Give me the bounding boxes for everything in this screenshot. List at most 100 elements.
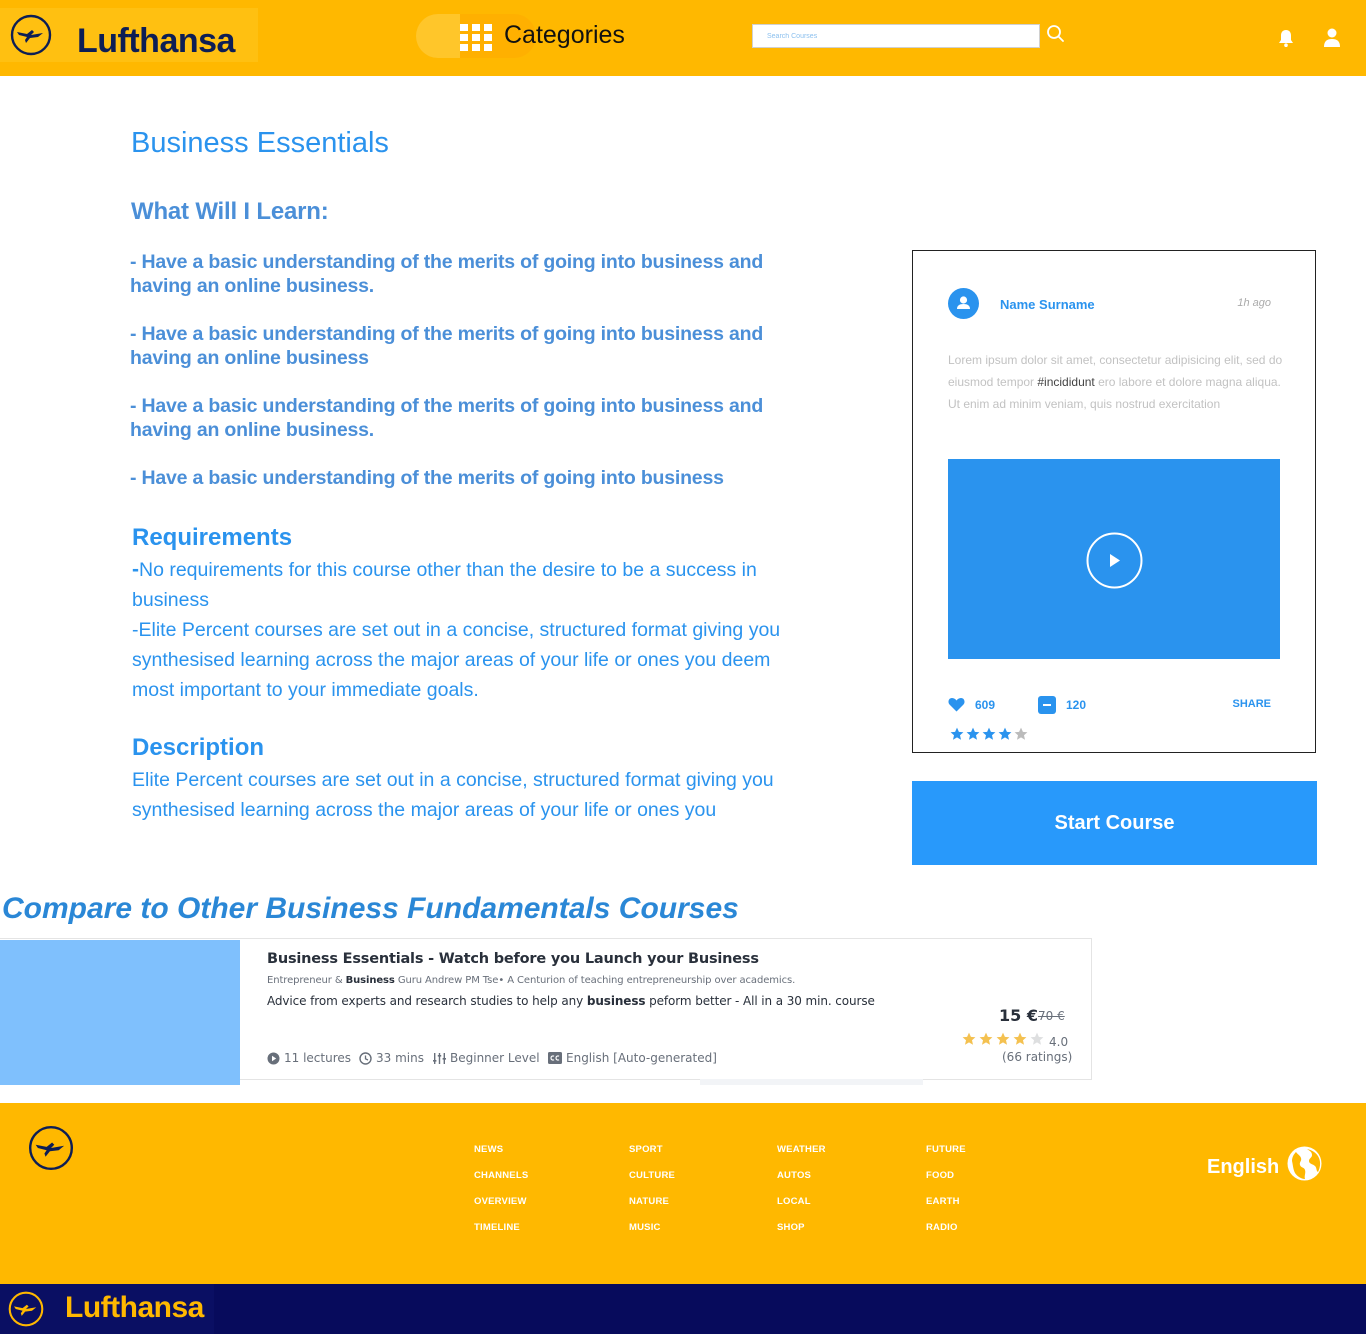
post-rating-stars [950,727,1028,741]
avatar[interactable] [948,288,979,319]
lectures-meta: 11 lectures [267,1051,351,1065]
footer-link-music[interactable]: MUSIC [629,1222,661,1233]
footer-link-weather[interactable]: WEATHER [777,1144,826,1155]
grid-icon [460,24,492,52]
lectures-count: 11 lectures [284,1051,352,1065]
footer-link-local[interactable]: LOCAL [777,1196,811,1207]
star-empty-icon [1014,727,1028,740]
learn-item: - Have a basic understanding of the meri… [130,467,724,489]
footer-link-news[interactable]: NEWS [474,1144,503,1155]
desc-suffix: peform better - All in a 30 min. course [645,994,875,1008]
course-thumbnail[interactable] [0,940,240,1085]
requirements-text: -No requirements for this course other t… [132,555,792,615]
categories-label[interactable]: Categories [504,21,625,50]
post-text: Lorem ipsum dolor sit amet, consectetur … [948,349,1283,415]
search-input[interactable] [752,24,1040,48]
course-rating-count: (66 ratings) [1002,1050,1073,1064]
learn-item: - Have a basic understanding of the meri… [130,395,764,441]
footer-link-shop[interactable]: SHOP [777,1222,805,1233]
footer-link-overview[interactable]: OVERVIEW [474,1196,527,1207]
footer-link-culture[interactable]: CULTURE [629,1170,675,1181]
level-bars-icon [433,1052,446,1064]
brand-name: Lufthansa [77,22,235,60]
requirements-line-2: -Elite Percent courses are set out in a … [132,619,781,701]
duration-value: 33 mins [376,1051,424,1065]
learn-item: - Have a basic understanding of the meri… [130,323,764,369]
description-text: Elite Percent courses are set out in a c… [132,769,774,821]
clock-icon [359,1051,372,1065]
language-selector[interactable]: English [1207,1156,1279,1179]
desc-bold: business [586,994,646,1008]
requirements-line-1: No requirements for this course other th… [132,559,757,611]
star-filled-icon [979,1032,993,1045]
footer-link-food[interactable]: FOOD [926,1170,954,1181]
description-heading: Description [132,734,265,761]
course-price: 15 € [999,1006,1038,1025]
language-meta: English [Auto-generated] [548,1051,717,1065]
course-rating-value: 4.0 [1049,1035,1069,1049]
star-filled-icon [1013,1032,1027,1045]
post-card: Name Surname 1h ago Lorem ipsum dolor si… [912,250,1316,753]
start-course-button[interactable]: Start Course [912,781,1317,865]
star-filled-icon [998,727,1012,740]
compare-course-title[interactable]: Business Essentials - Watch before you L… [267,951,759,967]
star-filled-icon [966,727,980,740]
bottom-bar: Lufthansa [0,1284,1366,1334]
footer-link-sport[interactable]: SPORT [629,1144,663,1155]
brand-logo-link[interactable]: Lufthansa [0,8,258,62]
globe-icon[interactable] [1287,1146,1322,1181]
top-header: Lufthansa Categories [0,0,1366,76]
requirements-dash: - [132,558,139,581]
card-divider [700,1079,923,1085]
post-timestamp: 1h ago [1237,297,1271,309]
categories-button-shade [416,14,460,58]
bottom-brand-logo[interactable]: Lufthansa [0,1284,214,1334]
requirements-heading: Requirements [132,524,293,551]
footer-link-timeline[interactable]: TIMELINE [474,1222,520,1233]
search-icon[interactable] [1046,24,1066,44]
play-circle-icon [267,1052,280,1064]
user-icon[interactable] [1322,27,1342,49]
heart-icon[interactable] [948,697,965,712]
course-title: Business Essentials [131,127,389,159]
footer-crane-logo-icon[interactable] [28,1125,74,1171]
bottom-brand-name: Lufthansa [65,1291,204,1324]
footer-link-radio[interactable]: RADIO [926,1222,958,1233]
post-author-name[interactable]: Name Surname [1000,297,1095,312]
course-rating-stars [962,1032,1044,1046]
closed-caption-icon [548,1052,562,1064]
like-count: 609 [975,698,996,712]
footer-link-nature[interactable]: NATURE [629,1196,669,1207]
desc-prefix: Advice from experts and research studies… [267,994,587,1008]
compare-course-description: Advice from experts and research studies… [267,994,875,1008]
footer: NEWS CHANNELS OVERVIEW TIMELINE SPORT CU… [0,1103,1366,1284]
star-filled-icon [962,1032,976,1045]
footer-link-channels[interactable]: CHANNELS [474,1170,528,1181]
play-icon[interactable] [1086,532,1143,589]
duration-meta: 33 mins [359,1051,424,1065]
footer-link-future[interactable]: FUTURE [926,1144,966,1155]
video-player[interactable] [948,459,1280,659]
footer-link-earth[interactable]: EARTH [926,1196,960,1207]
bell-icon[interactable] [1276,28,1296,48]
language-value: English [Auto-generated] [566,1051,717,1065]
author-prefix: Entrepreneur & [267,975,346,986]
post-hashtag[interactable]: #incididunt [1037,375,1094,389]
compare-course-card[interactable]: Business Essentials - Watch before you L… [0,938,1092,1085]
learn-heading: What Will I Learn: [131,198,329,225]
share-button[interactable]: SHARE [1232,698,1271,710]
level-meta: Beginner Level [433,1051,540,1065]
bottom-crane-logo-icon [8,1291,44,1327]
footer-link-autos[interactable]: AUTOS [777,1170,811,1181]
learn-item: - Have a basic understanding of the meri… [130,251,764,297]
compare-heading: Compare to Other Business Fundamentals C… [2,892,739,925]
comment-icon[interactable] [1038,696,1056,714]
star-filled-icon [950,727,964,740]
compare-course-author: Entrepreneur & Business Guru Andrew PM T… [267,975,795,986]
crane-logo-icon [10,14,52,56]
star-filled-icon [996,1032,1010,1045]
level-value: Beginner Level [450,1051,540,1065]
author-bold: Business [345,975,395,986]
comment-count: 120 [1066,698,1087,712]
star-empty-icon [1030,1032,1044,1045]
